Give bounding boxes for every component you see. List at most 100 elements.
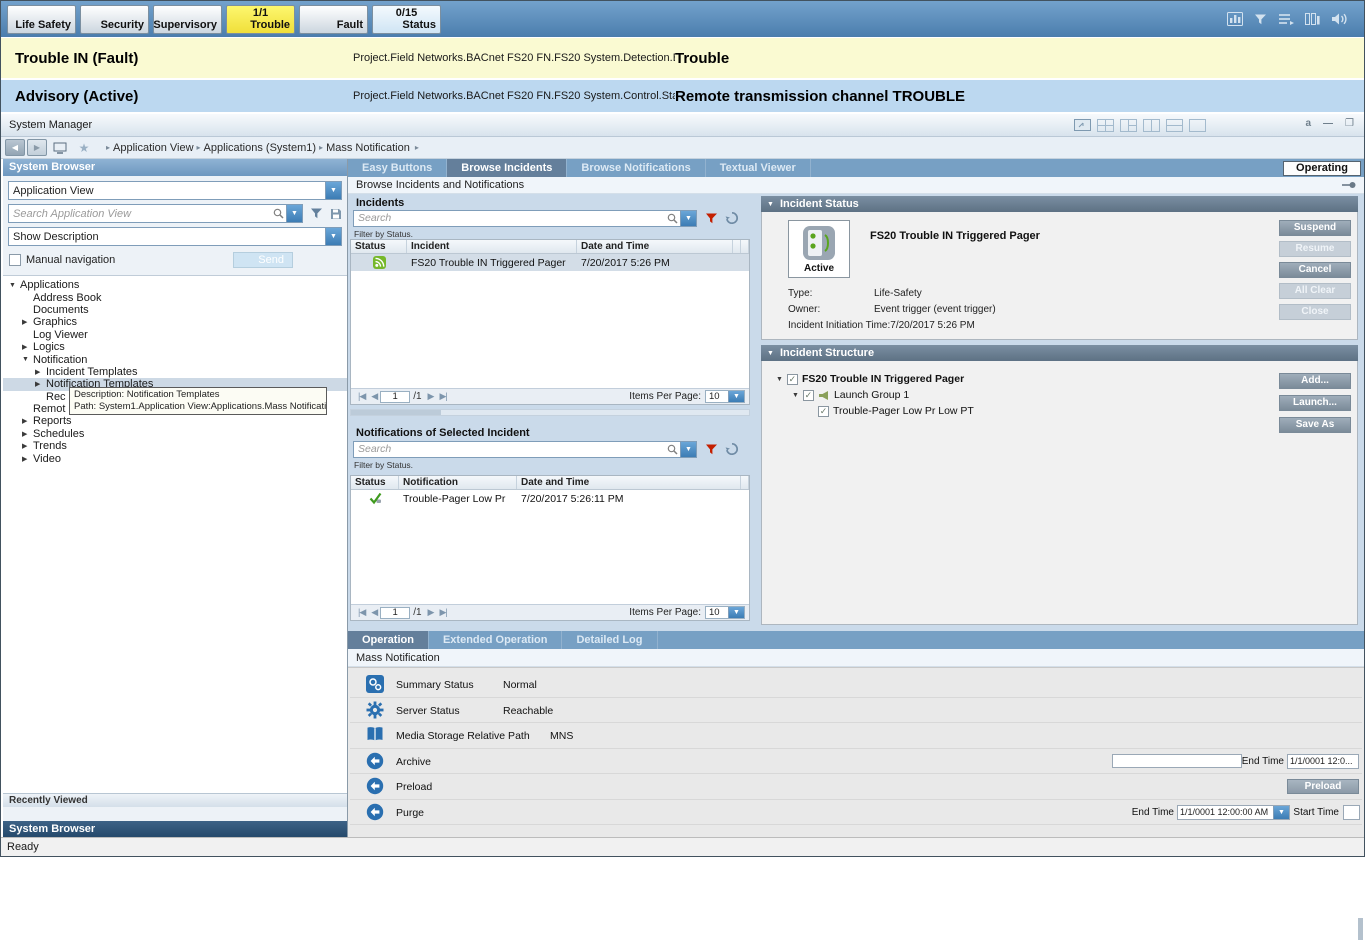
structure-leaf-row[interactable]: Trouble-Pager Low Pr Low PT [818,405,974,417]
items-per-page-select[interactable]: 10▼ [705,390,745,403]
incident-status-header[interactable]: ▼ Incident Status [761,196,1358,212]
four-pane-icon[interactable] [1097,119,1114,132]
archive-input[interactable] [1112,754,1242,768]
favorite-icon[interactable]: ★ [73,139,95,156]
incident-action-button[interactable]: Cancel [1279,262,1351,278]
operating-mode-button[interactable]: Operating [1283,161,1361,176]
monitor-icon[interactable] [1074,119,1091,132]
next-page-icon[interactable]: ▶ [428,607,434,618]
purge-end-time-select[interactable]: 1/1/0001 12:00:00 AM▼ [1177,805,1290,820]
refresh-icon[interactable] [725,211,739,225]
chevron-down-icon[interactable]: ▼ [286,205,302,222]
first-page-icon[interactable]: |◀ [358,391,365,402]
tree-item[interactable]: Reports [3,415,347,427]
back-icon[interactable]: ◀ [5,139,25,156]
three-pane-icon[interactable] [1120,119,1137,132]
event-row-advisory[interactable]: Advisory (Active) Project.Field Networks… [1,80,1364,114]
operation-row-purge[interactable]: Purge End Time 1/1/0001 12:00:00 AM▼ Sta… [350,800,1362,826]
structure-action-button[interactable]: Save As [1279,417,1351,433]
tab-detailed-log[interactable]: Detailed Log [562,631,657,649]
filter-active-icon[interactable] [705,443,718,456]
breadcrumb-item[interactable]: Applications (System1) [204,142,317,154]
tree-item[interactable]: Trends [3,440,347,452]
column-header[interactable] [741,240,749,253]
archive-end-time-field[interactable]: 1/1/0001 12:0... [1287,754,1359,769]
tab-textual-viewer[interactable]: Textual Viewer [706,159,811,177]
column-header[interactable]: Date and Time [517,476,741,489]
refresh-icon[interactable] [725,442,739,456]
expander-icon[interactable]: ▼ [792,392,799,399]
chevron-down-icon[interactable]: ▼ [325,182,341,199]
vertical-scrollbar-thumb[interactable] [1358,918,1363,940]
last-page-icon[interactable]: ▶| [439,607,446,618]
scrollbar-thumb[interactable] [351,410,441,415]
next-page-icon[interactable]: ▶ [428,391,434,402]
tree-item[interactable]: Address Book [3,291,347,303]
purge-start-time-field[interactable] [1343,805,1360,820]
toolbar-button[interactable]: Life Safety [7,5,76,34]
view-select[interactable]: Application View ▼ [8,181,342,200]
expander-icon[interactable]: ▼ [776,376,783,383]
operation-row-media-path[interactable]: Media Storage Relative Path MNS [350,723,1362,749]
incident-action-button[interactable]: Close [1279,304,1351,320]
expander-icon[interactable] [9,282,20,289]
recently-viewed-bar[interactable]: Recently Viewed [3,793,347,807]
preload-button[interactable]: Preload [1287,779,1359,794]
single-pane-icon[interactable] [1189,119,1206,132]
chart-icon[interactable] [1227,12,1243,26]
send-button[interactable]: Send [233,252,293,268]
incident-action-button[interactable]: Resume [1279,241,1351,257]
tree-item[interactable]: Schedules [3,428,347,440]
tree-item[interactable]: Applications [3,279,347,291]
expander-icon[interactable] [22,430,33,438]
last-page-icon[interactable]: ▶| [439,391,446,402]
breadcrumb-item[interactable]: Application View [113,142,194,154]
filter-active-icon[interactable] [705,212,718,225]
speaker-icon[interactable] [1331,12,1350,26]
structure-action-button[interactable]: Launch... [1279,395,1351,411]
tree-item[interactable]: Logics [3,341,347,353]
toolbar-button[interactable]: Security [80,5,149,34]
tab-browse-notifications[interactable]: Browse Notifications [567,159,705,177]
expander-icon[interactable] [35,368,46,376]
chevron-down-icon[interactable]: ▼ [680,211,696,226]
display-icon[interactable] [49,139,71,156]
forward-icon[interactable]: ▶ [27,139,47,156]
tree-item[interactable]: Notification [3,353,347,365]
minimize-icon[interactable]: — [1323,118,1333,129]
structure-group-row[interactable]: ▼ Launch Group 1 [792,389,909,401]
operation-row-summary-status[interactable]: Summary Status Normal [350,672,1362,698]
breadcrumb-item[interactable]: Mass Notification [326,142,410,154]
tree-item[interactable]: Video [3,452,347,464]
checkbox[interactable] [787,374,798,385]
checkbox[interactable] [818,406,829,417]
expander-icon[interactable] [22,442,33,450]
restore-icon[interactable]: ❐ [1345,118,1354,129]
expander-icon[interactable] [22,343,33,351]
column-header[interactable] [733,240,741,253]
horizontal-scrollbar[interactable] [350,409,750,416]
tree-item[interactable]: Documents [3,304,347,316]
tab-extended-operation[interactable]: Extended Operation [429,631,563,649]
filter-icon[interactable] [310,207,323,220]
toolbar-button[interactable]: 0/15 Status [372,5,441,34]
filter-icon[interactable] [1254,13,1267,26]
structure-root-row[interactable]: ▼ FS20 Trouble IN Triggered Pager [776,373,964,385]
split-pane-icon[interactable] [1166,119,1183,132]
page-input[interactable] [380,391,410,403]
manual-navigation-checkbox[interactable] [9,254,21,266]
operation-row-archive[interactable]: Archive End Time 1/1/0001 12:0... [350,749,1362,775]
toolbar-button[interactable]: Fault [299,5,368,34]
column-header[interactable]: Incident [407,240,577,253]
incidents-search-input[interactable] [354,212,665,224]
incident-action-button[interactable]: All Clear [1279,283,1351,299]
toolbar-button[interactable]: 1/1 Trouble [226,5,295,34]
operation-row-server-status[interactable]: Server Status Reachable [350,698,1362,724]
prev-page-icon[interactable]: ◀ [371,607,377,618]
structure-action-button[interactable]: Add... [1279,373,1351,389]
operation-row-preload[interactable]: Preload Preload [350,774,1362,800]
event-list-icon[interactable] [1278,13,1294,25]
expander-icon[interactable] [35,380,46,388]
checkbox[interactable] [803,390,814,401]
incident-row[interactable]: FS20 Trouble IN Triggered Pager 7/20/201… [351,254,749,271]
